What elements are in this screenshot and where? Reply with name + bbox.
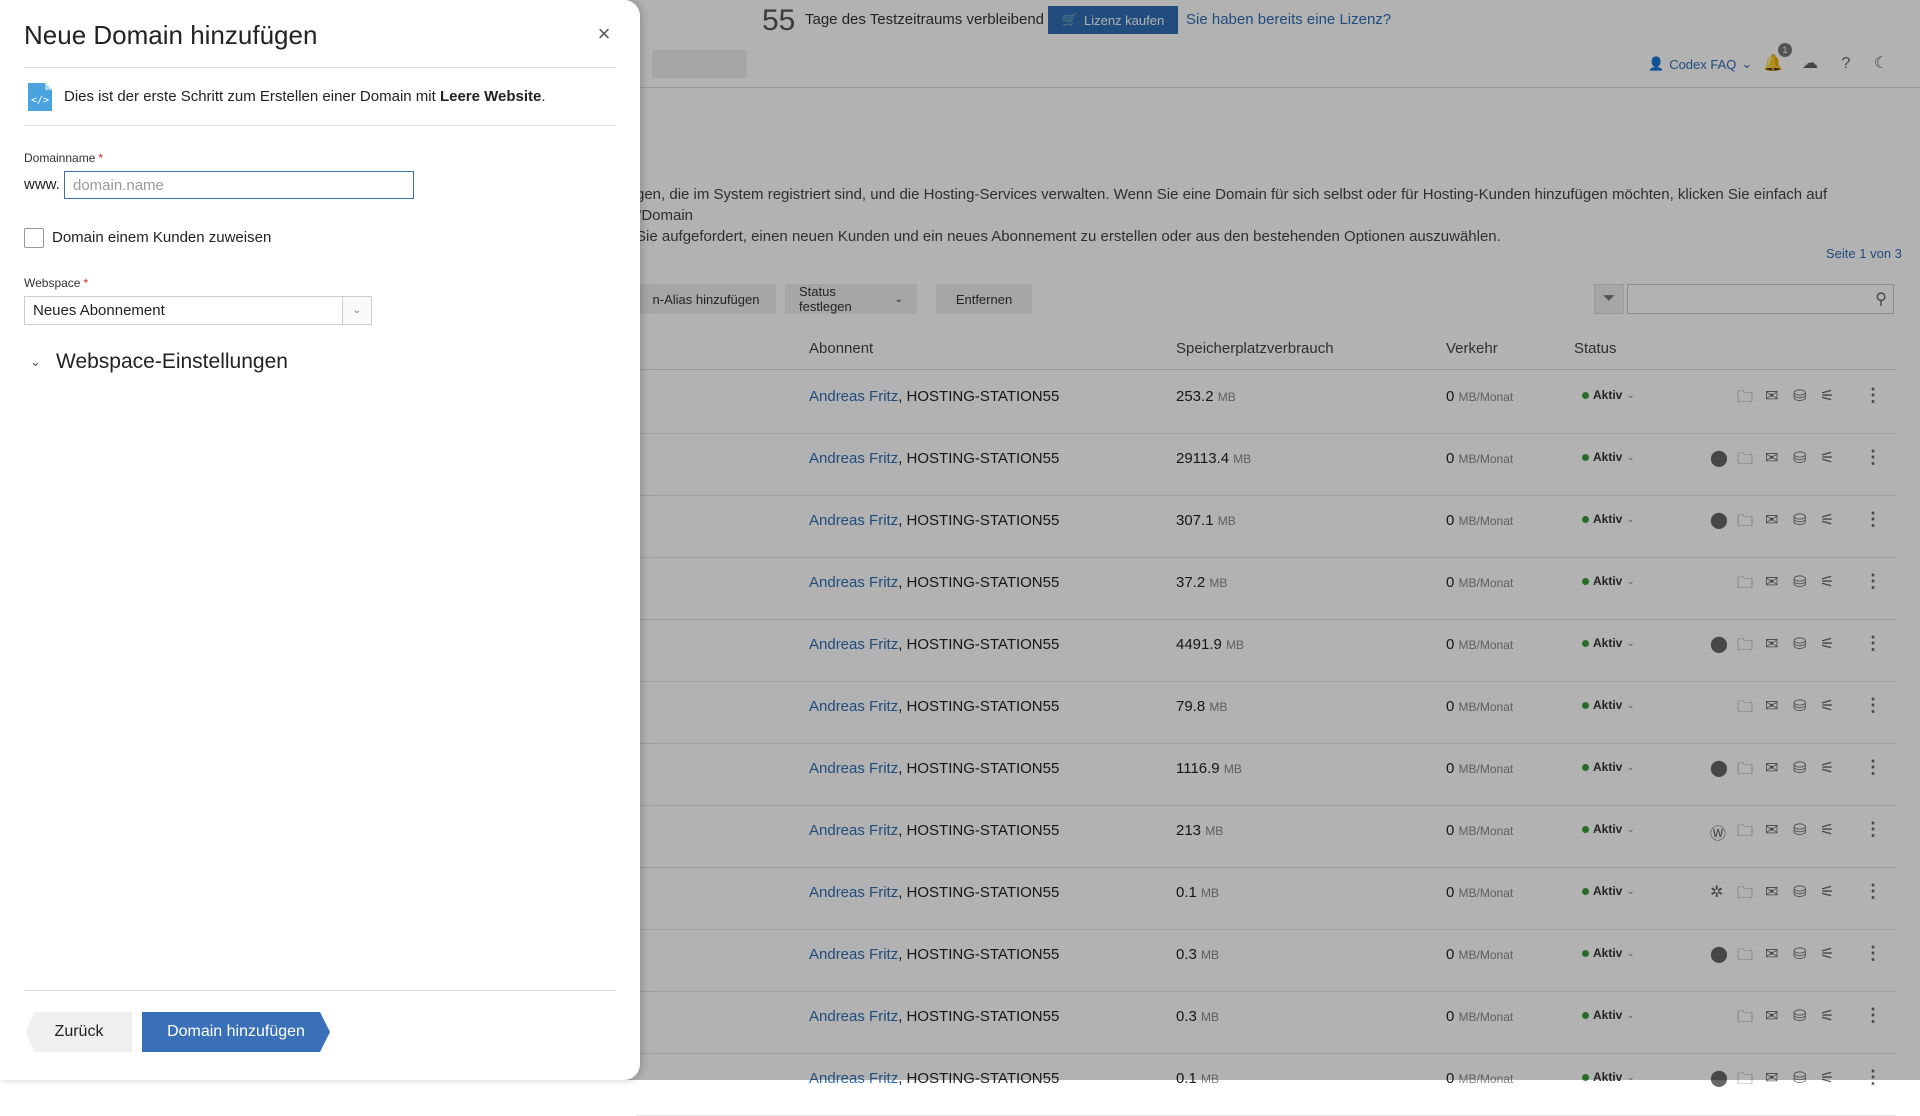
webspace-selected-value: Neues Abonnement — [25, 297, 343, 324]
webspace-settings-toggle[interactable]: Webspace-Einstellungen — [56, 350, 288, 374]
close-icon[interactable]: × — [594, 23, 614, 45]
divider — [24, 67, 616, 68]
code-file-icon: </> — [28, 83, 52, 111]
domain-name-input[interactable] — [64, 171, 414, 199]
add-domain-drawer: Neue Domain hinzufügen × </> Dies ist de… — [0, 0, 640, 1080]
info-suffix: . — [541, 88, 546, 105]
domain-name-label-text: Domainname — [24, 151, 96, 165]
assign-customer-label[interactable]: Domain einem Kunden zuweisen — [52, 229, 271, 246]
webspace-label-text: Webspace — [24, 276, 81, 290]
www-prefix: www. — [24, 176, 60, 193]
webspace-label: Webspace * — [24, 276, 88, 290]
info-site-type: Leere Website — [439, 88, 542, 105]
divider — [24, 125, 616, 126]
chevron-down-icon[interactable]: ⌄ — [343, 297, 371, 324]
domain-name-label: Domainname * — [24, 151, 103, 165]
chevron-down-icon[interactable]: ⌄ — [30, 354, 41, 370]
webspace-select[interactable]: Neues Abonnement ⌄ — [24, 296, 372, 325]
drawer-title: Neue Domain hinzufügen — [24, 20, 318, 50]
required-mark: * — [83, 276, 89, 290]
required-mark: * — [98, 151, 104, 165]
add-domain-button[interactable]: Domain hinzufügen — [142, 1012, 330, 1052]
info-prefix: Dies ist der erste Schritt zum Erstellen… — [64, 88, 440, 105]
assign-customer-checkbox[interactable] — [24, 228, 44, 248]
drawer-info-text: Dies ist der erste Schritt zum Erstellen… — [64, 88, 546, 105]
divider — [24, 990, 616, 991]
svg-text:</>: </> — [31, 95, 49, 106]
back-button[interactable]: Zurück — [26, 1012, 132, 1052]
